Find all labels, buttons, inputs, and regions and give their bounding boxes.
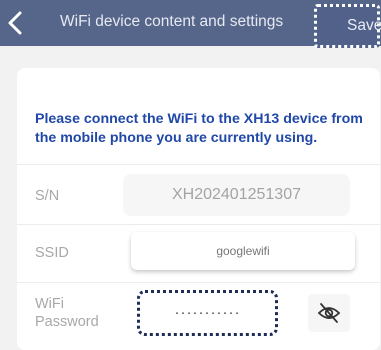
- chevron-left-icon: [8, 11, 22, 35]
- password-label-line1: WiFi: [35, 296, 64, 312]
- password-input[interactable]: ···········: [137, 290, 278, 336]
- page-title: WiFi device content and settings: [60, 13, 284, 30]
- top-bar: WiFi device content and settings Save: [0, 0, 381, 48]
- divider: [17, 224, 380, 225]
- save-button[interactable]: Save: [314, 4, 381, 48]
- ssid-label: SSID: [35, 245, 69, 261]
- ssid-select[interactable]: googlewifi: [131, 232, 355, 270]
- save-button-label: Save: [347, 17, 381, 34]
- sn-value: XH202401251307: [171, 186, 301, 203]
- divider: [17, 282, 380, 283]
- password-value: ···········: [174, 304, 241, 321]
- back-button[interactable]: [2, 6, 32, 40]
- password-label-line2: Password: [35, 314, 99, 330]
- divider: [17, 164, 380, 165]
- wifi-settings-card: Please connect the WiFi to the XH13 devi…: [17, 68, 380, 350]
- sn-field: XH202401251307: [123, 174, 350, 216]
- eye-off-icon: [317, 303, 341, 323]
- password-visibility-toggle[interactable]: [308, 294, 350, 332]
- connection-notice: Please connect the WiFi to the XH13 devi…: [35, 111, 363, 146]
- ssid-value: googlewifi: [216, 244, 270, 258]
- sn-label: S/N: [35, 188, 60, 204]
